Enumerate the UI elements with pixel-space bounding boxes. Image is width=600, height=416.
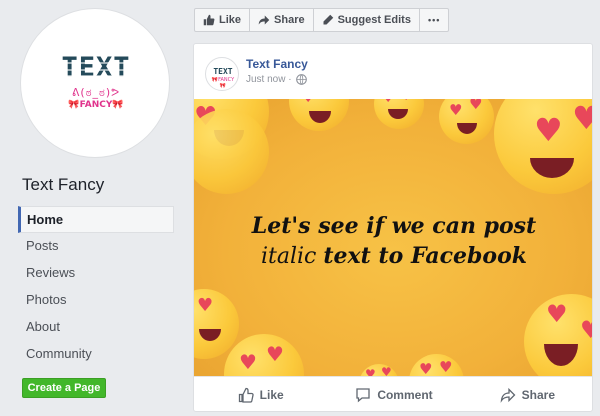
post-image[interactable]: ♥ ♥ ♥ ♥ ♥ ♥ ♥ ♥ ♥ ♥ ♥ ♥ <box>194 99 592 376</box>
comment-post-label: Comment <box>377 387 433 402</box>
nav-item-about[interactable]: About <box>18 314 174 341</box>
share-icon <box>500 387 516 403</box>
headline-line-1: Let's see if we can post <box>251 213 537 239</box>
page-sidebar: TEXT ᕕ(ಠ_ಠ)ᕗ 🎀FANCY🎀 Text Fancy Home Pos… <box>0 0 183 416</box>
heart-eyes-emoji: ♥ ♥ <box>409 354 464 376</box>
like-page-button[interactable]: Like <box>195 9 251 31</box>
post-timestamp[interactable]: Just now · <box>246 74 307 85</box>
post-author-name[interactable]: Text Fancy <box>246 57 308 71</box>
share-post-label: Share <box>521 387 555 402</box>
post-author-avatar[interactable]: TEXT 🎀FANCY🎀 <box>205 57 239 91</box>
post-time-text: Just now · <box>246 74 292 85</box>
page-profile-picture[interactable]: TEXT ᕕ(ಠ_ಠ)ᕗ 🎀FANCY🎀 <box>20 8 170 158</box>
logo-wordmark: TEXT <box>46 54 146 82</box>
comment-post-button[interactable]: Comment <box>327 377 460 411</box>
nav-item-posts[interactable]: Posts <box>18 233 174 260</box>
page-action-toolbar: Like Share Suggest Edits ••• <box>194 8 450 32</box>
nav-item-community[interactable]: Community <box>18 341 174 368</box>
like-page-label: Like <box>219 14 242 26</box>
heart-eyes-emoji: ♥ ♥ <box>494 99 592 194</box>
thumbs-up-icon <box>203 14 215 26</box>
logo-face: ᕕ(ಠ_ಠ)ᕗ <box>71 86 121 99</box>
heart-eyes-emoji: ♥ ♥ <box>224 334 304 376</box>
page-nav: Home Posts Reviews Photos About Communit… <box>18 206 174 368</box>
heart-eyes-emoji: ♥ ♥ <box>439 99 494 144</box>
pencil-icon <box>323 14 333 25</box>
post-image-headline: Let's see if we can post italic text to … <box>204 211 584 272</box>
suggest-edits-label: Suggest Edits <box>337 14 411 26</box>
post-action-bar: Like Comment Share <box>194 376 592 411</box>
nav-item-photos[interactable]: Photos <box>18 287 174 314</box>
like-post-label: Like <box>259 387 284 402</box>
avatar: TEXT ᕕ(ಠ_ಠ)ᕗ 🎀FANCY🎀 <box>26 14 164 152</box>
nav-item-reviews[interactable]: Reviews <box>18 260 174 287</box>
comment-icon <box>356 387 370 402</box>
share-page-label: Share <box>274 14 305 26</box>
post-card: TEXT 🎀FANCY🎀 Text Fancy Just now · ♥ ♥ ♥… <box>193 43 593 412</box>
post-avatar-wordmark: TEXT <box>213 67 233 76</box>
share-post-button[interactable]: Share <box>461 377 592 411</box>
heart-eyes-emoji: ♥ ♥ <box>359 364 399 376</box>
headline-bold-italic-words: text to Facebook <box>323 243 528 269</box>
more-options-button[interactable]: ••• <box>420 9 448 31</box>
heart-eyes-emoji <box>194 109 269 194</box>
share-icon <box>258 15 270 25</box>
heart-eyes-emoji: ♥ ♥ <box>524 294 592 376</box>
share-page-button[interactable]: Share <box>250 9 314 31</box>
like-post-button[interactable]: Like <box>194 377 327 411</box>
headline-line-2: italic text to Facebook <box>204 241 584 272</box>
page-title[interactable]: Text Fancy <box>22 175 104 195</box>
globe-icon <box>295 74 307 85</box>
nav-item-home[interactable]: Home <box>18 206 174 233</box>
more-icon: ••• <box>427 15 441 25</box>
thumbs-up-icon <box>238 387 254 403</box>
create-page-button[interactable]: Create a Page <box>22 378 106 398</box>
logo-fancy: 🎀FANCY🎀 <box>68 100 124 110</box>
headline-italic-word: italic <box>260 244 317 269</box>
heart-eyes-emoji: ♥ ♥ <box>289 99 349 131</box>
post-avatar-fancy: 🎀FANCY🎀 <box>211 77 235 89</box>
heart-eyes-emoji: ♥ ♥ <box>374 99 424 129</box>
suggest-edits-button[interactable]: Suggest Edits <box>314 9 420 31</box>
